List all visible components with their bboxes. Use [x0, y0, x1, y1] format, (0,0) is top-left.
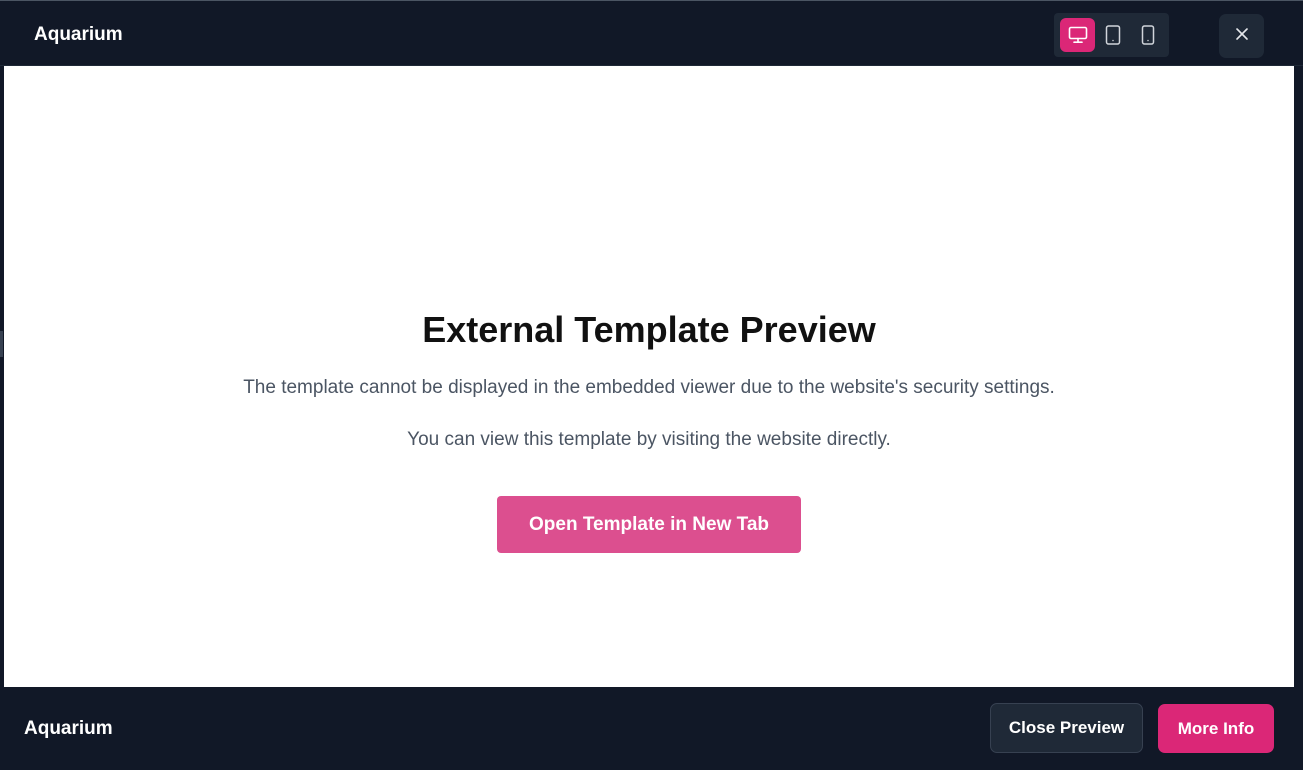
mobile-icon	[1141, 25, 1155, 45]
open-template-new-tab-button[interactable]: Open Template in New Tab	[497, 496, 801, 553]
desktop-icon	[1068, 26, 1088, 44]
modal-footer: Aquarium Close Preview More Info	[0, 687, 1303, 770]
header-title: Aquarium	[34, 24, 123, 45]
security-message: The template cannot be displayed in the …	[243, 377, 1055, 398]
close-modal-button[interactable]	[1219, 14, 1264, 58]
close-preview-button[interactable]: Close Preview	[990, 703, 1143, 753]
tablet-view-button[interactable]	[1095, 18, 1130, 52]
modal-header: Aquarium	[0, 6, 1303, 66]
close-icon	[1235, 27, 1249, 46]
device-toggle-group	[1054, 13, 1169, 57]
preview-modal: Aquarium External Template Preview The t…	[0, 0, 1303, 770]
tablet-icon	[1105, 25, 1121, 45]
edge-handle	[0, 331, 3, 357]
more-info-button[interactable]: More Info	[1158, 704, 1274, 753]
desktop-view-button[interactable]	[1060, 18, 1095, 52]
footer-title: Aquarium	[24, 718, 113, 739]
mobile-view-button[interactable]	[1130, 18, 1165, 52]
preview-content: External Template Preview The template c…	[4, 66, 1294, 687]
direct-visit-message: You can view this template by visiting t…	[407, 429, 891, 450]
preview-heading: External Template Preview	[422, 309, 876, 350]
